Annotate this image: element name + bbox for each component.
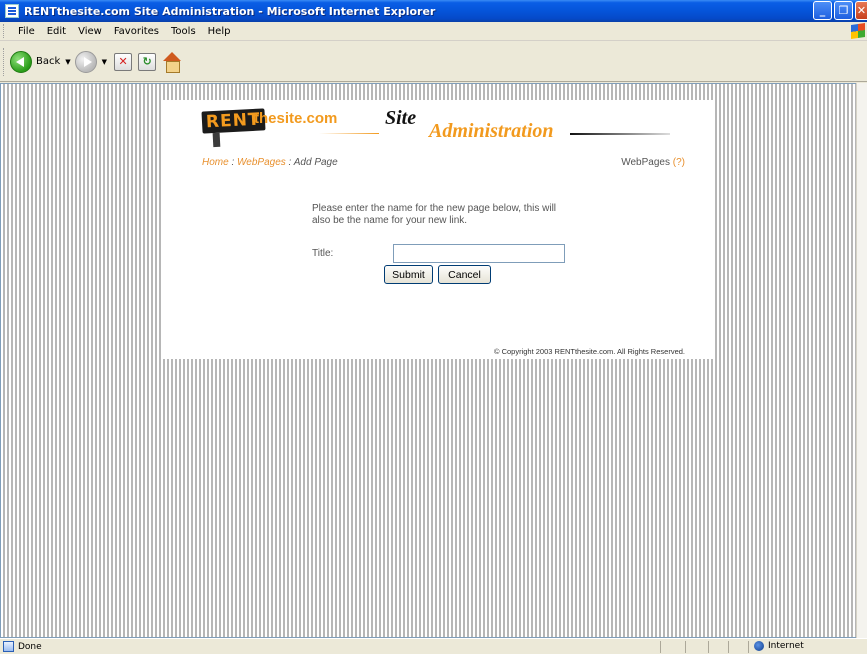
refresh-icon[interactable]: ↻ — [138, 52, 157, 71]
status-divider — [660, 641, 661, 653]
header-title-admin: Administration — [429, 120, 554, 142]
menu-grip[interactable] — [3, 24, 6, 38]
menu-view[interactable]: View — [72, 26, 108, 37]
title-input[interactable] — [393, 244, 565, 263]
section-label: WebPages — [621, 157, 670, 168]
copyright-text: © Copyright 2003 RENTthesite.com. All Ri… — [493, 347, 685, 356]
window-controls: _ ❐ ✕ — [813, 1, 867, 20]
header-divider-left — [319, 133, 379, 134]
help-link[interactable]: (?) — [673, 157, 685, 168]
globe-icon — [754, 641, 764, 651]
vertical-scrollbar[interactable] — [856, 83, 867, 638]
maximize-button[interactable]: ❐ — [834, 1, 853, 20]
menu-help[interactable]: Help — [202, 26, 237, 37]
status-divider — [728, 641, 729, 653]
zone-label: Internet — [768, 641, 804, 651]
admin-panel: RENT thesite.com Site Administration Hom… — [163, 100, 713, 359]
window-title: RENTthesite.com Site Administration - Mi… — [24, 4, 436, 18]
breadcrumb: Home : WebPages : Add Page — [202, 157, 338, 168]
instructions-text: Please enter the name for the new page b… — [312, 203, 557, 226]
menu-file[interactable]: File — [12, 26, 41, 37]
back-arrow-icon — [10, 50, 32, 73]
ie-page-icon — [5, 4, 19, 18]
header-title-site: Site — [385, 107, 417, 129]
status-text: Done — [18, 641, 42, 652]
menu-bar: File Edit View Favorites Tools Help — [0, 22, 867, 41]
forward-button[interactable]: ▼ — [74, 50, 107, 73]
toolbar: Back ▼ ▼ ✕ ↻ — [0, 42, 867, 82]
windows-logo-icon — [851, 23, 865, 39]
breadcrumb-webpages-link[interactable]: WebPages — [237, 157, 286, 168]
page-done-icon — [3, 641, 14, 652]
menu-tools[interactable]: Tools — [165, 26, 202, 37]
minimize-button[interactable]: _ — [813, 1, 832, 20]
back-button[interactable]: Back ▼ — [10, 50, 71, 73]
stop-icon[interactable]: ✕ — [114, 52, 133, 71]
breadcrumb-home-link[interactable]: Home — [202, 157, 229, 168]
security-zone[interactable]: Internet — [754, 641, 804, 651]
forward-arrow-icon — [74, 50, 97, 73]
forward-dropdown-icon[interactable]: ▼ — [102, 58, 107, 66]
breadcrumb-current: Add Page — [293, 157, 338, 168]
breadcrumb-separator: : — [285, 157, 294, 168]
menu-edit[interactable]: Edit — [41, 26, 72, 37]
status-divider — [708, 641, 709, 653]
logo-site-text: thesite.com — [254, 110, 338, 127]
close-button[interactable]: ✕ — [855, 1, 867, 20]
back-label: Back — [36, 56, 61, 67]
title-bar: RENTthesite.com Site Administration - Mi… — [0, 0, 867, 22]
scroll-up-icon[interactable] — [857, 83, 867, 95]
status-divider — [748, 641, 749, 653]
home-icon[interactable] — [162, 51, 182, 73]
rentthesite-logo[interactable]: RENT thesite.com — [201, 108, 337, 148]
section-heading: WebPages (?) — [621, 157, 685, 168]
toolbar-grip[interactable] — [3, 47, 6, 76]
breadcrumb-separator: : — [228, 157, 238, 168]
header-divider-right — [570, 133, 670, 135]
title-label: Title: — [312, 248, 334, 259]
status-divider — [685, 641, 686, 653]
menu-favorites[interactable]: Favorites — [108, 26, 165, 37]
browser-viewport: RENT thesite.com Site Administration Hom… — [0, 83, 856, 638]
submit-button[interactable]: Submit — [384, 265, 433, 284]
cancel-button[interactable]: Cancel — [438, 265, 491, 284]
back-dropdown-icon[interactable]: ▼ — [65, 58, 70, 66]
status-bar: Done Internet — [0, 638, 867, 654]
